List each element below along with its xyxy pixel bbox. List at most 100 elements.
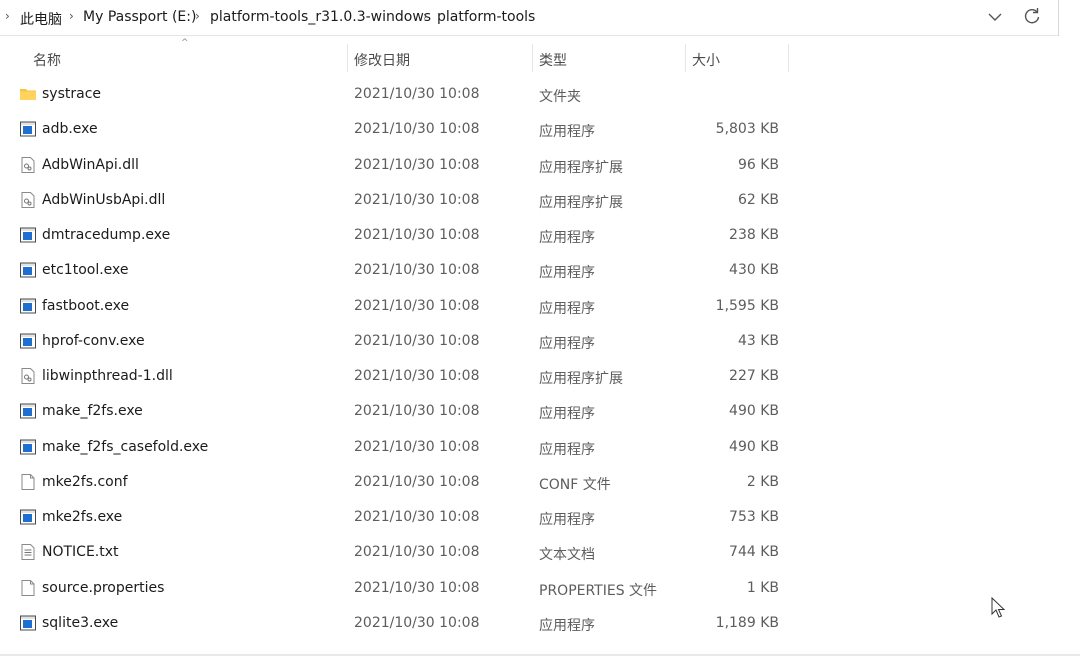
file-row[interactable]: mke2fs.exe 2021/10/30 10:08 应用程序 753 KB <box>0 501 789 536</box>
column-header-size[interactable]: 大小 <box>692 50 720 70</box>
file-name[interactable]: AdbWinUsbApi.dll <box>42 192 165 208</box>
file-size: 62 KB <box>737 191 779 208</box>
file-type: 应用程序 <box>539 230 595 246</box>
file-date: 2021/10/30 10:08 <box>354 156 480 173</box>
file-type: 文件夹 <box>539 89 581 105</box>
file-type: 应用程序 <box>539 300 595 317</box>
file-date: 2021/10/30 10:08 <box>354 227 480 243</box>
search-box-edge[interactable] <box>1058 0 1080 36</box>
breadcrumb-chevron-icon[interactable]: › <box>5 9 10 23</box>
file-size: 2 KB <box>746 473 779 490</box>
file-date: 2021/10/30 10:08 <box>354 438 480 455</box>
breadcrumb-chevron-icon[interactable]: › <box>69 9 74 23</box>
file-row[interactable]: source.properties 2021/10/30 10:08 PROPERT… <box>0 572 789 607</box>
file-date: 2021/10/30 10:08 <box>354 191 480 208</box>
exe-icon <box>19 332 37 350</box>
file-date: 2021/10/30 10:08 <box>354 86 480 102</box>
address-bar[interactable]: › 此电脑 › My Passport (E:) › platform-tool… <box>0 0 1059 36</box>
breadcrumb-chevron-icon[interactable]: › <box>423 9 428 23</box>
column-divider[interactable] <box>685 44 686 72</box>
exe-icon <box>19 402 37 420</box>
file-name[interactable]: mke2fs.conf <box>42 474 128 490</box>
exe-icon <box>19 438 37 456</box>
breadcrumb-drive[interactable]: My Passport (E:) <box>83 9 196 25</box>
file-row[interactable]: fastboot.exe 2021/10/30 10:08 应用程序 1,595 KB <box>0 290 789 325</box>
file-type: 应用程序 <box>539 335 595 352</box>
column-divider[interactable] <box>532 44 533 72</box>
file-name[interactable]: AdbWinApi.dll <box>42 157 139 173</box>
breadcrumb-folder-windows[interactable]: platform-tools_r31.0.3-windows <box>210 9 431 25</box>
file-name[interactable]: hprof-conv.exe <box>42 333 145 349</box>
file-row[interactable]: AdbWinApi.dll 2021/10/30 10:08 应用程序扩展 96 KB <box>0 149 789 184</box>
file-name[interactable]: libwinpthread-1.dll <box>42 368 173 384</box>
column-header-row: ^ 名称 修改日期 类型 大小 <box>0 38 789 72</box>
column-divider[interactable] <box>347 44 348 72</box>
file-row[interactable]: adb.exe 2021/10/30 10:08 应用程序 5,803 KB <box>0 113 789 148</box>
file-type: 应用程序 <box>539 441 595 458</box>
chevron-down-icon[interactable] <box>984 5 1006 29</box>
file-icon <box>19 473 37 491</box>
file-name[interactable]: mke2fs.exe <box>42 509 122 525</box>
file-row[interactable]: AdbWinUsbApi.dll 2021/10/30 10:08 应用程序扩展 62… <box>0 184 789 219</box>
file-row[interactable]: systrace 2021/10/30 10:08 文件夹 <box>0 78 789 113</box>
file-type: 应用程序扩展 <box>539 194 623 211</box>
column-header-date[interactable]: 修改日期 <box>354 50 410 70</box>
file-date: 2021/10/30 10:08 <box>354 509 480 525</box>
dll-icon <box>19 367 37 385</box>
refresh-icon[interactable] <box>1020 4 1044 28</box>
file-name[interactable]: fastboot.exe <box>42 298 129 314</box>
file-row[interactable]: NOTICE.txt 2021/10/30 10:08 文本文档 744 KB <box>0 536 789 571</box>
file-row[interactable]: libwinpthread-1.dll 2021/10/30 10:08 应用程序扩… <box>0 360 789 395</box>
dll-icon <box>19 191 37 209</box>
file-size: 753 KB <box>729 509 779 525</box>
file-size: 96 KB <box>737 156 779 173</box>
breadcrumb-this-pc[interactable]: 此电脑 <box>20 9 62 29</box>
file-row[interactable]: dmtracedump.exe 2021/10/30 10:08 应用程序 238 K… <box>0 219 789 254</box>
file-size: 227 KB <box>729 368 779 384</box>
file-date: 2021/10/30 10:08 <box>354 121 480 138</box>
file-type: 应用程序 <box>539 406 595 423</box>
file-type: 应用程序 <box>539 265 595 282</box>
file-name[interactable]: dmtracedump.exe <box>42 227 170 243</box>
exe-icon <box>19 226 37 244</box>
file-name[interactable]: make_f2fs_casefold.exe <box>42 439 208 455</box>
file-type: PROPERTIES 文件 <box>539 582 658 599</box>
file-date: 2021/10/30 10:08 <box>354 297 480 314</box>
file-row[interactable]: hprof-conv.exe 2021/10/30 10:08 应用程序 43 KB <box>0 325 789 360</box>
file-type: 应用程序 <box>539 512 595 528</box>
file-name[interactable]: systrace <box>42 86 101 102</box>
file-name[interactable]: make_f2fs.exe <box>42 403 143 419</box>
file-name[interactable]: source.properties <box>42 580 164 596</box>
folder-icon <box>19 85 37 103</box>
file-size: 1,189 KB <box>715 614 779 631</box>
file-icon <box>19 579 37 597</box>
file-name[interactable]: sqlite3.exe <box>42 615 118 631</box>
file-row[interactable]: etc1tool.exe 2021/10/30 10:08 应用程序 430 KB <box>0 254 789 289</box>
file-size: 490 KB <box>729 438 779 455</box>
file-row[interactable]: sqlite3.exe 2021/10/30 10:08 应用程序 1,189 KB <box>0 607 789 642</box>
file-row[interactable]: make_f2fs.exe 2021/10/30 10:08 应用程序 490 KB <box>0 395 789 430</box>
file-size: 1 KB <box>746 579 779 596</box>
file-row[interactable]: mke2fs.conf 2021/10/30 10:08 CONF 文件 2 KB <box>0 466 789 501</box>
column-header-name[interactable]: 名称 <box>33 50 61 70</box>
file-date: 2021/10/30 10:08 <box>354 579 480 596</box>
file-type: 应用程序 <box>539 124 595 141</box>
file-size: 238 KB <box>729 227 779 243</box>
column-divider[interactable] <box>788 44 789 72</box>
file-name[interactable]: adb.exe <box>42 121 98 137</box>
exe-icon <box>19 297 37 315</box>
exe-icon <box>19 614 37 632</box>
file-size: 1,595 KB <box>715 297 779 314</box>
text-file-icon <box>19 543 37 561</box>
column-header-type[interactable]: 类型 <box>539 50 567 70</box>
file-name[interactable]: NOTICE.txt <box>42 544 119 560</box>
breadcrumb-chevron-icon[interactable]: › <box>195 9 200 23</box>
breadcrumb-folder-current[interactable]: platform-tools <box>437 9 535 25</box>
file-date: 2021/10/30 10:08 <box>354 403 480 420</box>
file-name[interactable]: etc1tool.exe <box>42 262 129 278</box>
exe-icon <box>19 120 37 138</box>
file-type: 应用程序扩展 <box>539 371 623 387</box>
file-row[interactable]: make_f2fs_casefold.exe 2021/10/30 10:08 应用… <box>0 431 789 466</box>
dll-icon <box>19 156 37 174</box>
file-type: CONF 文件 <box>539 476 611 493</box>
